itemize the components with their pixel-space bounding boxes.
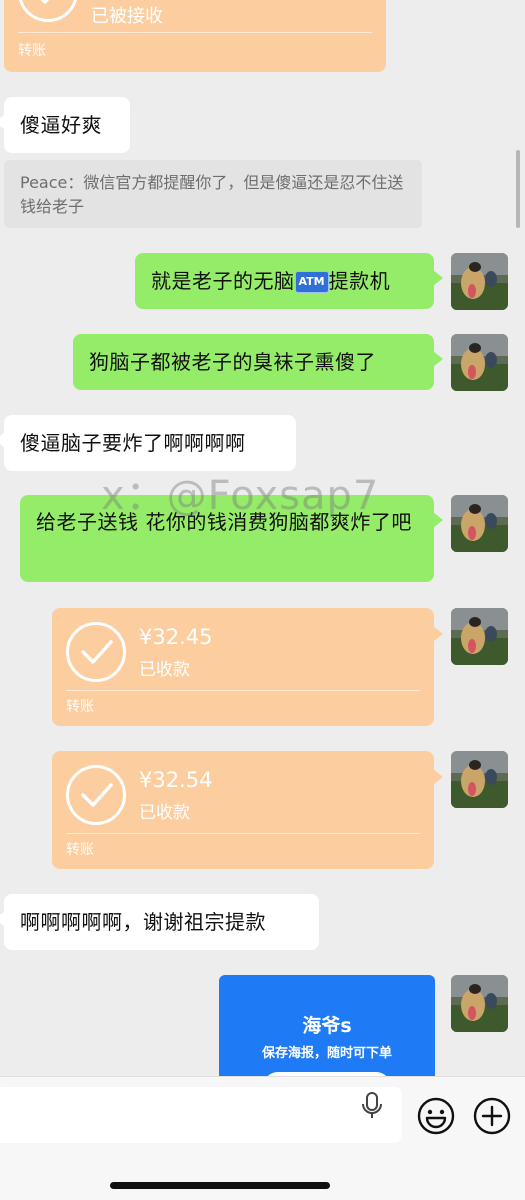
transfer-card[interactable]: 已被接收 转账 [4,0,386,72]
dog-avatar[interactable] [451,495,508,552]
message-bubble-incoming[interactable]: 啊啊啊啊啊，谢谢祖宗提款 [0,894,319,950]
transfer-status: 已被接收 [91,6,163,27]
message-bubble-outgoing[interactable]: 就是老子的无脑 ATM 提款机 [135,253,443,309]
quote-text: Peace：微信官方都提醒你了，但是傻逼还是忍不住送钱给老子 [20,173,404,216]
transfer-label: 转账 [66,842,94,858]
dog-avatar[interactable] [451,334,508,391]
message-text: 提款机 [328,269,391,293]
watermark-text: x：@Foxsap7 [101,473,380,519]
check-circle-icon [66,622,126,682]
message-bubble-outgoing[interactable]: 狗脑子都被老子的臭袜子熏傻了 [73,334,443,390]
microphone-icon[interactable] [358,1091,386,1125]
transfer-divider [66,690,420,691]
message-text: 狗脑子都被老子的臭袜子熏傻了 [89,350,376,374]
transfer-card[interactable]: ¥32.54 已收款 转账 [52,751,443,869]
check-circle-icon [66,765,126,825]
input-bar [0,1076,525,1200]
message-text: 就是老子的无脑 [151,269,295,293]
dog-avatar[interactable] [451,253,508,310]
poster-title: 海爷s [302,1015,352,1037]
plus-circle-icon[interactable] [473,1097,511,1139]
message-bubble-incoming[interactable]: 傻逼好爽 [0,97,130,153]
transfer-label: 转账 [18,43,46,59]
dog-avatar[interactable] [451,751,508,808]
home-indicator [110,1182,330,1189]
transfer-amount: ¥32.54 [139,768,213,792]
transfer-card[interactable]: ¥32.45 已收款 转账 [52,608,443,726]
dog-avatar[interactable] [451,975,508,1032]
transfer-divider [66,833,420,834]
dog-avatar[interactable] [451,608,508,665]
transfer-status: 已收款 [139,660,190,680]
message-text: 啊啊啊啊啊，谢谢祖宗提款 [20,910,266,934]
quoted-message[interactable]: Peace：微信官方都提醒你了，但是傻逼还是忍不住送钱给老子 [4,160,422,228]
transfer-divider [18,32,372,33]
poster-card[interactable]: 海爷s 保存海报，随时可下单 [219,975,435,1076]
transfer-amount: ¥32.45 [139,625,213,649]
scrollbar[interactable] [516,150,520,228]
message-input[interactable] [0,1087,402,1143]
transfer-status: 已收款 [139,803,190,823]
check-circle-icon [18,0,78,22]
poster-subtitle: 保存海报，随时可下单 [261,1046,392,1061]
message-text: 傻逼脑子要炸了啊啊啊啊 [20,431,246,455]
chat-area: 已被接收 转账 傻逼好爽 Peace：微信官方都提醒你了，但是傻逼还是忍不住送钱… [0,0,525,1076]
transfer-label: 转账 [66,699,94,715]
message-text: 傻逼好爽 [20,113,102,137]
atm-emoji-icon: ATM [294,271,329,293]
smiley-icon[interactable] [417,1097,455,1139]
